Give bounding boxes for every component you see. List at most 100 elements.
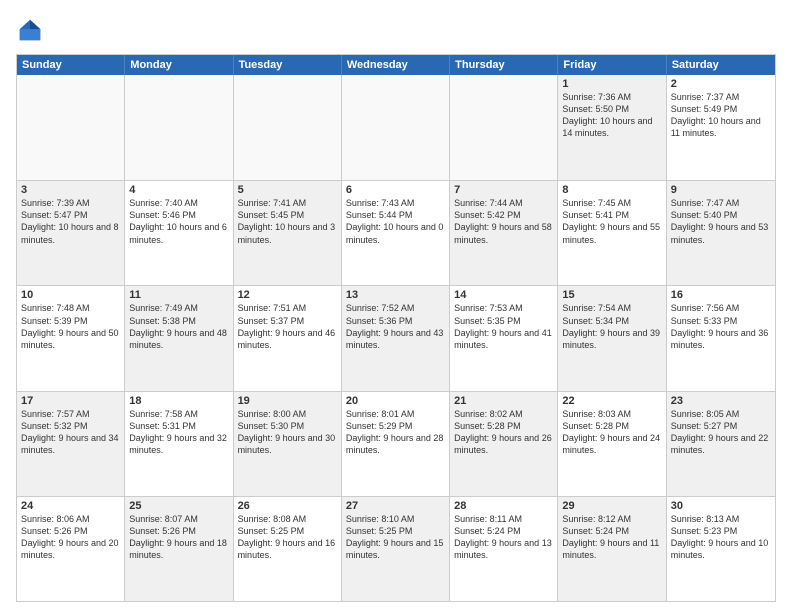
calendar-cell xyxy=(342,75,450,180)
day-number: 14 xyxy=(454,289,553,301)
day-info: Sunrise: 7:40 AM Sunset: 5:46 PM Dayligh… xyxy=(129,197,228,246)
day-info: Sunrise: 7:36 AM Sunset: 5:50 PM Dayligh… xyxy=(562,91,661,140)
calendar-cell xyxy=(125,75,233,180)
day-info: Sunrise: 8:10 AM Sunset: 5:25 PM Dayligh… xyxy=(346,513,445,562)
calendar-cell xyxy=(234,75,342,180)
day-info: Sunrise: 7:45 AM Sunset: 5:41 PM Dayligh… xyxy=(562,197,661,246)
calendar-cell: 18Sunrise: 7:58 AM Sunset: 5:31 PM Dayli… xyxy=(125,392,233,496)
calendar-cell: 16Sunrise: 7:56 AM Sunset: 5:33 PM Dayli… xyxy=(667,286,775,390)
day-number: 21 xyxy=(454,395,553,407)
day-info: Sunrise: 7:51 AM Sunset: 5:37 PM Dayligh… xyxy=(238,302,337,351)
day-info: Sunrise: 7:53 AM Sunset: 5:35 PM Dayligh… xyxy=(454,302,553,351)
day-info: Sunrise: 7:57 AM Sunset: 5:32 PM Dayligh… xyxy=(21,408,120,457)
day-info: Sunrise: 8:01 AM Sunset: 5:29 PM Dayligh… xyxy=(346,408,445,457)
day-info: Sunrise: 7:39 AM Sunset: 5:47 PM Dayligh… xyxy=(21,197,120,246)
calendar-cell xyxy=(450,75,558,180)
calendar-cell xyxy=(17,75,125,180)
calendar-body: 1Sunrise: 7:36 AM Sunset: 5:50 PM Daylig… xyxy=(17,75,775,601)
day-info: Sunrise: 7:56 AM Sunset: 5:33 PM Dayligh… xyxy=(671,302,771,351)
day-number: 12 xyxy=(238,289,337,301)
calendar-cell: 15Sunrise: 7:54 AM Sunset: 5:34 PM Dayli… xyxy=(558,286,666,390)
day-number: 10 xyxy=(21,289,120,301)
calendar-cell: 11Sunrise: 7:49 AM Sunset: 5:38 PM Dayli… xyxy=(125,286,233,390)
calendar-cell: 17Sunrise: 7:57 AM Sunset: 5:32 PM Dayli… xyxy=(17,392,125,496)
logo-icon xyxy=(16,16,44,44)
day-info: Sunrise: 8:13 AM Sunset: 5:23 PM Dayligh… xyxy=(671,513,771,562)
calendar-cell: 21Sunrise: 8:02 AM Sunset: 5:28 PM Dayli… xyxy=(450,392,558,496)
calendar-week: 3Sunrise: 7:39 AM Sunset: 5:47 PM Daylig… xyxy=(17,180,775,285)
day-info: Sunrise: 7:44 AM Sunset: 5:42 PM Dayligh… xyxy=(454,197,553,246)
calendar-cell: 14Sunrise: 7:53 AM Sunset: 5:35 PM Dayli… xyxy=(450,286,558,390)
day-info: Sunrise: 8:05 AM Sunset: 5:27 PM Dayligh… xyxy=(671,408,771,457)
day-number: 17 xyxy=(21,395,120,407)
day-info: Sunrise: 7:47 AM Sunset: 5:40 PM Dayligh… xyxy=(671,197,771,246)
day-info: Sunrise: 7:49 AM Sunset: 5:38 PM Dayligh… xyxy=(129,302,228,351)
day-info: Sunrise: 8:02 AM Sunset: 5:28 PM Dayligh… xyxy=(454,408,553,457)
day-number: 2 xyxy=(671,78,771,90)
day-number: 27 xyxy=(346,500,445,512)
day-info: Sunrise: 7:58 AM Sunset: 5:31 PM Dayligh… xyxy=(129,408,228,457)
calendar-header-cell: Tuesday xyxy=(234,55,342,75)
calendar: SundayMondayTuesdayWednesdayThursdayFrid… xyxy=(16,54,776,602)
day-info: Sunrise: 7:41 AM Sunset: 5:45 PM Dayligh… xyxy=(238,197,337,246)
day-number: 11 xyxy=(129,289,228,301)
day-info: Sunrise: 8:12 AM Sunset: 5:24 PM Dayligh… xyxy=(562,513,661,562)
calendar-header-cell: Saturday xyxy=(667,55,775,75)
day-info: Sunrise: 8:00 AM Sunset: 5:30 PM Dayligh… xyxy=(238,408,337,457)
calendar-cell: 10Sunrise: 7:48 AM Sunset: 5:39 PM Dayli… xyxy=(17,286,125,390)
day-number: 30 xyxy=(671,500,771,512)
day-number: 18 xyxy=(129,395,228,407)
day-info: Sunrise: 8:03 AM Sunset: 5:28 PM Dayligh… xyxy=(562,408,661,457)
day-number: 4 xyxy=(129,184,228,196)
day-number: 15 xyxy=(562,289,661,301)
calendar-cell: 7Sunrise: 7:44 AM Sunset: 5:42 PM Daylig… xyxy=(450,181,558,285)
calendar-cell: 9Sunrise: 7:47 AM Sunset: 5:40 PM Daylig… xyxy=(667,181,775,285)
day-number: 6 xyxy=(346,184,445,196)
calendar-cell: 5Sunrise: 7:41 AM Sunset: 5:45 PM Daylig… xyxy=(234,181,342,285)
calendar-week: 17Sunrise: 7:57 AM Sunset: 5:32 PM Dayli… xyxy=(17,391,775,496)
calendar-cell: 30Sunrise: 8:13 AM Sunset: 5:23 PM Dayli… xyxy=(667,497,775,601)
calendar-cell: 8Sunrise: 7:45 AM Sunset: 5:41 PM Daylig… xyxy=(558,181,666,285)
calendar-header-cell: Monday xyxy=(125,55,233,75)
day-number: 5 xyxy=(238,184,337,196)
calendar-week: 10Sunrise: 7:48 AM Sunset: 5:39 PM Dayli… xyxy=(17,285,775,390)
day-number: 9 xyxy=(671,184,771,196)
calendar-cell: 25Sunrise: 8:07 AM Sunset: 5:26 PM Dayli… xyxy=(125,497,233,601)
calendar-cell: 24Sunrise: 8:06 AM Sunset: 5:26 PM Dayli… xyxy=(17,497,125,601)
day-number: 22 xyxy=(562,395,661,407)
day-info: Sunrise: 8:07 AM Sunset: 5:26 PM Dayligh… xyxy=(129,513,228,562)
calendar-cell: 22Sunrise: 8:03 AM Sunset: 5:28 PM Dayli… xyxy=(558,392,666,496)
calendar-cell: 1Sunrise: 7:36 AM Sunset: 5:50 PM Daylig… xyxy=(558,75,666,180)
calendar-cell: 28Sunrise: 8:11 AM Sunset: 5:24 PM Dayli… xyxy=(450,497,558,601)
calendar-cell: 12Sunrise: 7:51 AM Sunset: 5:37 PM Dayli… xyxy=(234,286,342,390)
calendar-header-cell: Thursday xyxy=(450,55,558,75)
logo xyxy=(16,16,48,44)
calendar-cell: 2Sunrise: 7:37 AM Sunset: 5:49 PM Daylig… xyxy=(667,75,775,180)
calendar-header-cell: Sunday xyxy=(17,55,125,75)
day-number: 19 xyxy=(238,395,337,407)
day-info: Sunrise: 7:37 AM Sunset: 5:49 PM Dayligh… xyxy=(671,91,771,140)
calendar-cell: 23Sunrise: 8:05 AM Sunset: 5:27 PM Dayli… xyxy=(667,392,775,496)
day-number: 16 xyxy=(671,289,771,301)
calendar-cell: 29Sunrise: 8:12 AM Sunset: 5:24 PM Dayli… xyxy=(558,497,666,601)
calendar-cell: 4Sunrise: 7:40 AM Sunset: 5:46 PM Daylig… xyxy=(125,181,233,285)
day-number: 29 xyxy=(562,500,661,512)
day-number: 28 xyxy=(454,500,553,512)
day-info: Sunrise: 8:08 AM Sunset: 5:25 PM Dayligh… xyxy=(238,513,337,562)
calendar-week: 1Sunrise: 7:36 AM Sunset: 5:50 PM Daylig… xyxy=(17,75,775,180)
day-number: 20 xyxy=(346,395,445,407)
day-info: Sunrise: 8:11 AM Sunset: 5:24 PM Dayligh… xyxy=(454,513,553,562)
day-number: 23 xyxy=(671,395,771,407)
page: SundayMondayTuesdayWednesdayThursdayFrid… xyxy=(0,0,792,612)
day-number: 24 xyxy=(21,500,120,512)
day-number: 25 xyxy=(129,500,228,512)
calendar-header: SundayMondayTuesdayWednesdayThursdayFrid… xyxy=(17,55,775,75)
day-number: 13 xyxy=(346,289,445,301)
calendar-cell: 26Sunrise: 8:08 AM Sunset: 5:25 PM Dayli… xyxy=(234,497,342,601)
header xyxy=(16,16,776,44)
day-info: Sunrise: 7:43 AM Sunset: 5:44 PM Dayligh… xyxy=(346,197,445,246)
day-number: 8 xyxy=(562,184,661,196)
calendar-cell: 20Sunrise: 8:01 AM Sunset: 5:29 PM Dayli… xyxy=(342,392,450,496)
day-number: 1 xyxy=(562,78,661,90)
day-number: 3 xyxy=(21,184,120,196)
